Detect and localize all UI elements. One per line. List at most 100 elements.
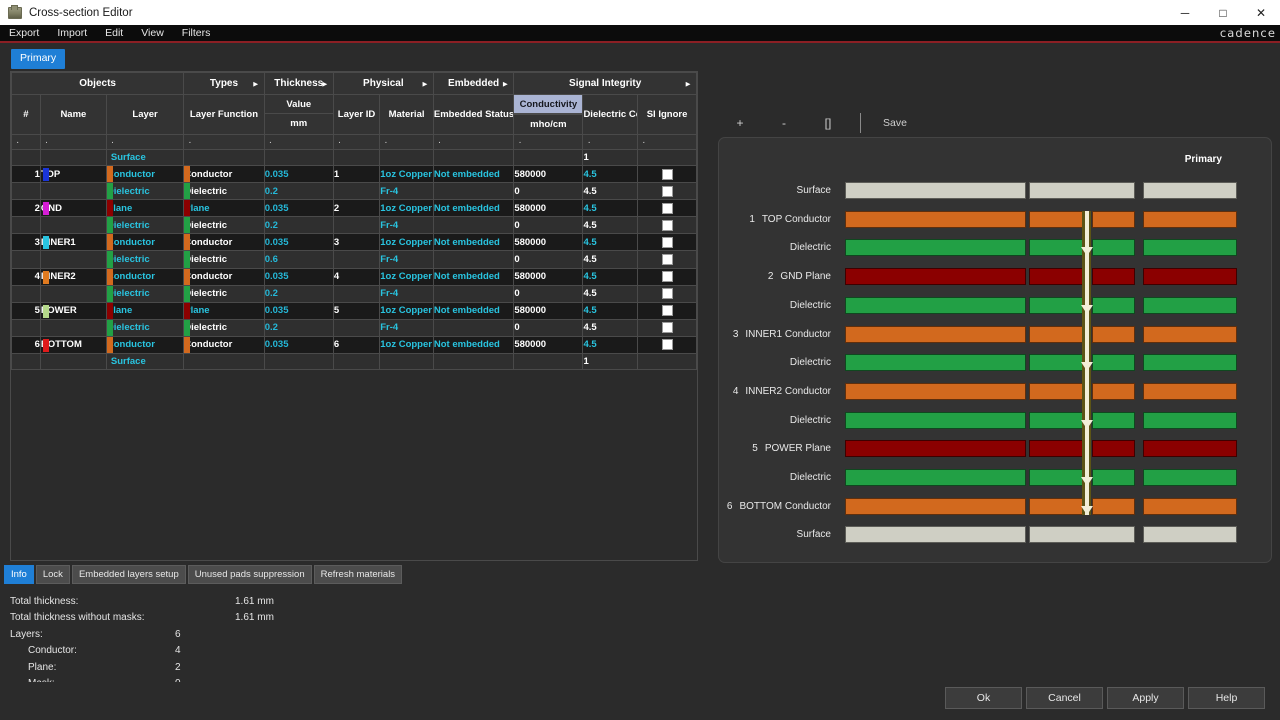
cell-thickness[interactable]: 0.2 <box>263 284 334 303</box>
stack-segment-primary[interactable] <box>1143 526 1237 544</box>
menu-item-export[interactable]: Export <box>0 24 48 42</box>
info-tab-lock[interactable]: Lock <box>35 565 70 584</box>
stack-segment-left[interactable] <box>845 526 1026 544</box>
cell-number[interactable]: 2 <box>11 199 41 218</box>
cell-embedded-status[interactable] <box>432 250 515 269</box>
cell-number[interactable] <box>11 250 41 269</box>
cell-thickness[interactable]: 0.035 <box>263 267 334 286</box>
stack-segment-left[interactable] <box>845 469 1026 486</box>
stack-segment-primary[interactable] <box>1143 497 1237 515</box>
cell-name[interactable] <box>39 284 107 303</box>
si-ignore-checkbox[interactable] <box>661 185 673 197</box>
add-layer-button[interactable]: + <box>718 116 762 130</box>
cell-number[interactable] <box>11 216 41 235</box>
stack-segment-left[interactable] <box>845 354 1026 372</box>
stack-segment-left[interactable] <box>845 382 1026 400</box>
cell-si-ignore[interactable] <box>637 267 697 286</box>
cell-number[interactable] <box>11 318 41 337</box>
filter-cell[interactable]: · <box>332 134 381 150</box>
stack-segment-primary[interactable] <box>1143 382 1237 400</box>
group-physical[interactable]: Physical ► <box>332 72 434 95</box>
cell-conductivity[interactable]: 0 <box>513 216 584 235</box>
cell-layer-function[interactable]: Dielectric <box>183 318 265 337</box>
cell-si-ignore[interactable] <box>637 149 697 166</box>
cell-embedded-status[interactable]: Not embedded <box>432 199 515 218</box>
cell-layer-id[interactable]: 1 <box>332 164 381 184</box>
cell-material[interactable]: Fr-4 <box>379 216 434 235</box>
stack-segment-primary[interactable] <box>1143 239 1237 257</box>
stack-segment-middle-a[interactable] <box>1029 210 1083 228</box>
cell-number[interactable]: 5 <box>11 301 41 320</box>
group-embedded[interactable]: Embedded ► <box>432 72 515 95</box>
minimize-icon[interactable]: ─ <box>1166 0 1204 25</box>
cell-embedded-status[interactable]: Not embedded <box>432 301 515 320</box>
stack-segment-middle-b[interactable] <box>1092 325 1135 343</box>
cell-number[interactable]: 3 <box>11 233 41 252</box>
cell-material[interactable]: Fr-4 <box>379 250 434 269</box>
fit-view-button[interactable]: [] <box>806 116 850 130</box>
cell-number[interactable] <box>11 353 41 371</box>
cell-name[interactable]: GND <box>39 199 107 218</box>
cell-layer[interactable]: Conductor <box>105 164 185 184</box>
stack-segment-primary[interactable] <box>1143 354 1237 372</box>
cell-layer-id[interactable] <box>332 216 381 235</box>
save-button[interactable]: Save <box>883 117 907 129</box>
cell-layer[interactable]: Dielectric <box>105 216 185 235</box>
info-tab-embedded-layers-setup[interactable]: Embedded layers setup <box>71 565 186 584</box>
si-ignore-checkbox[interactable] <box>661 168 673 180</box>
stack-segment-primary[interactable] <box>1143 325 1237 343</box>
stack-row[interactable]: 5 POWER Plane <box>719 438 1273 459</box>
cell-material[interactable] <box>379 353 434 371</box>
cell-layer[interactable]: Conductor <box>105 233 185 252</box>
maximize-icon[interactable]: □ <box>1204 0 1242 25</box>
stack-segment-middle-b[interactable] <box>1092 239 1135 257</box>
cell-number[interactable] <box>11 182 41 201</box>
cell-dielectric-constant[interactable]: 4.5 <box>582 164 639 184</box>
cell-thickness[interactable]: 0.2 <box>263 318 334 337</box>
cancel-button[interactable]: Cancel <box>1026 687 1103 709</box>
col-material[interactable]: Material <box>379 94 434 135</box>
cell-layer[interactable]: Surface <box>105 149 185 166</box>
cell-layer-id[interactable]: 5 <box>332 301 381 320</box>
cell-si-ignore[interactable] <box>637 233 697 252</box>
cell-layer-function[interactable] <box>183 353 265 371</box>
stack-segment-left[interactable] <box>845 182 1026 199</box>
cell-embedded-status[interactable]: Not embedded <box>432 164 515 184</box>
chevron-right-icon[interactable]: ► <box>501 79 509 88</box>
cell-dielectric-constant[interactable]: 4.5 <box>582 233 639 252</box>
stack-segment-middle-a[interactable] <box>1029 296 1083 314</box>
cell-dielectric-constant[interactable]: 4.5 <box>582 284 639 303</box>
stack-segment-middle-a[interactable] <box>1029 268 1083 286</box>
cell-layer[interactable]: Dielectric <box>105 182 185 201</box>
filter-cell[interactable]: · <box>11 134 41 150</box>
cell-material[interactable]: 1oz Copper <box>379 267 434 286</box>
cell-conductivity[interactable]: 0 <box>513 284 584 303</box>
stack-row[interactable]: Dielectric <box>719 352 1273 373</box>
filter-cell[interactable]: · <box>513 134 584 150</box>
stack-segment-middle-a[interactable] <box>1029 382 1083 400</box>
stack-segment-left[interactable] <box>845 268 1026 286</box>
stack-row[interactable]: 3 INNER1 Conductor <box>719 324 1273 345</box>
filter-cell[interactable]: · <box>379 134 434 150</box>
stack-segment-primary[interactable] <box>1143 268 1237 286</box>
cell-layer-function[interactable]: Plane <box>183 301 265 320</box>
stack-segment-middle-b[interactable] <box>1092 268 1135 286</box>
stack-row[interactable]: Dielectric <box>719 237 1273 258</box>
cell-layer-function[interactable]: Conductor <box>183 164 265 184</box>
stack-segment-primary[interactable] <box>1143 210 1237 228</box>
cell-conductivity[interactable]: 0 <box>513 250 584 269</box>
stack-segment-middle-b[interactable] <box>1092 411 1135 429</box>
cell-embedded-status[interactable] <box>432 284 515 303</box>
cell-number[interactable]: 1 <box>11 164 41 184</box>
cell-conductivity[interactable]: 580000 <box>513 164 584 184</box>
cell-embedded-status[interactable] <box>432 318 515 337</box>
si-ignore-checkbox[interactable] <box>661 322 673 334</box>
apply-button[interactable]: Apply <box>1107 687 1184 709</box>
cell-embedded-status[interactable] <box>432 216 515 235</box>
cell-dielectric-constant[interactable]: 4.5 <box>582 250 639 269</box>
filter-cell[interactable]: · <box>263 134 334 150</box>
stack-segment-left[interactable] <box>845 325 1026 343</box>
cell-thickness[interactable] <box>263 353 334 371</box>
cell-dielectric-constant[interactable]: 4.5 <box>582 182 639 201</box>
cell-si-ignore[interactable] <box>637 318 697 337</box>
